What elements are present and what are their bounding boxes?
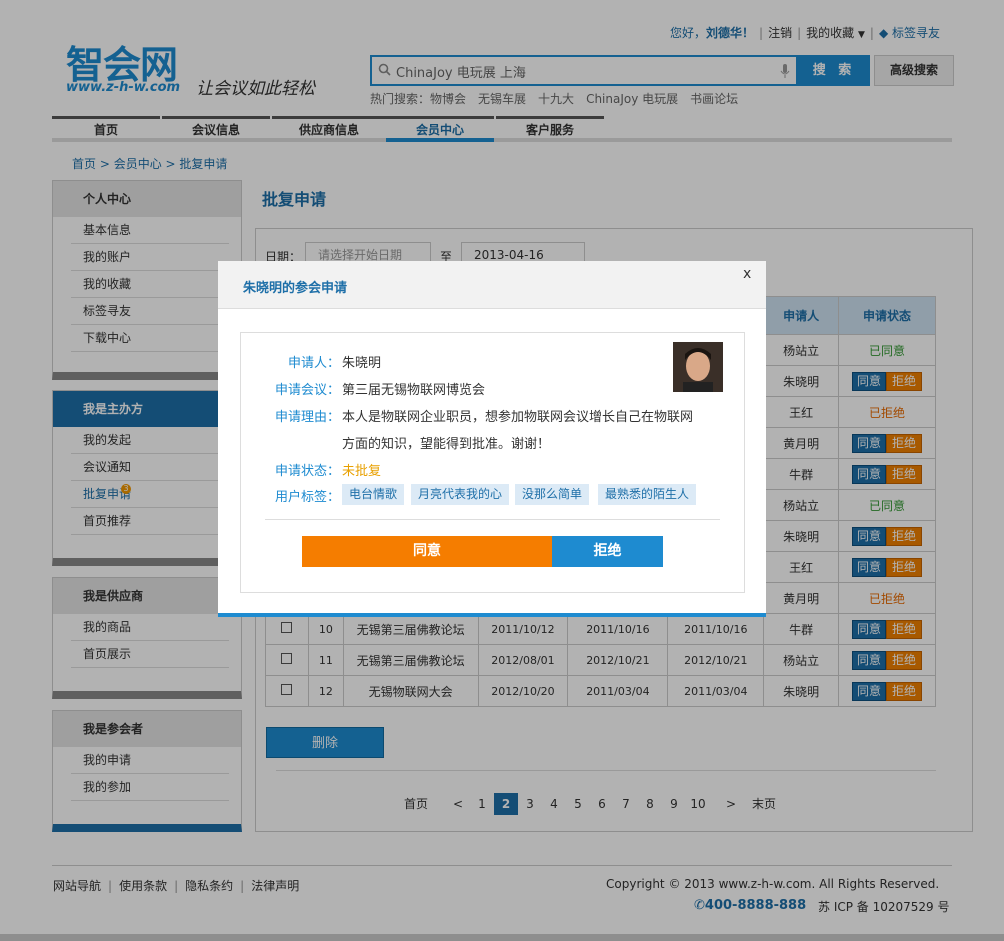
avatar-image	[673, 342, 723, 392]
modal-reject-button[interactable]: 拒绝	[552, 536, 663, 567]
application-modal: 朱晓明的参会申请 x 申请人： 朱晓明 申请会议： 第三届无锡物联网博览会 申请…	[218, 261, 766, 617]
user-tag[interactable]: 电台情歌	[342, 484, 405, 505]
reason-line-2: 方面的知识，望能得到批准。谢谢！	[342, 437, 551, 452]
meeting-value: 第三届无锡物联网博览会	[342, 383, 486, 398]
modal-title: 朱晓明的参会申请	[243, 281, 348, 296]
reason-line-1: 本人是物联网企业职员，想参加物联网会议增长自己在物联网	[342, 410, 694, 425]
meeting-label: 申请会议：	[274, 383, 340, 398]
applicant-value: 朱晓明	[342, 356, 382, 371]
modal-divider	[265, 519, 720, 520]
avatar	[673, 342, 723, 392]
modal-header: 朱晓明的参会申请 x	[218, 261, 766, 309]
user-tag[interactable]: 没那么简单	[515, 484, 590, 505]
modal-agree-button[interactable]: 同意	[302, 536, 552, 567]
user-tag[interactable]: 最熟悉的陌生人	[598, 484, 697, 505]
reason-label: 申请理由：	[274, 410, 340, 425]
close-icon[interactable]: x	[743, 266, 751, 282]
tags-label: 用户标签：	[274, 490, 340, 505]
status-value: 未批复	[342, 464, 382, 479]
user-tag[interactable]: 月亮代表我的心	[411, 484, 510, 505]
applicant-label: 申请人：	[287, 356, 340, 371]
status-label: 申请状态：	[274, 464, 340, 479]
